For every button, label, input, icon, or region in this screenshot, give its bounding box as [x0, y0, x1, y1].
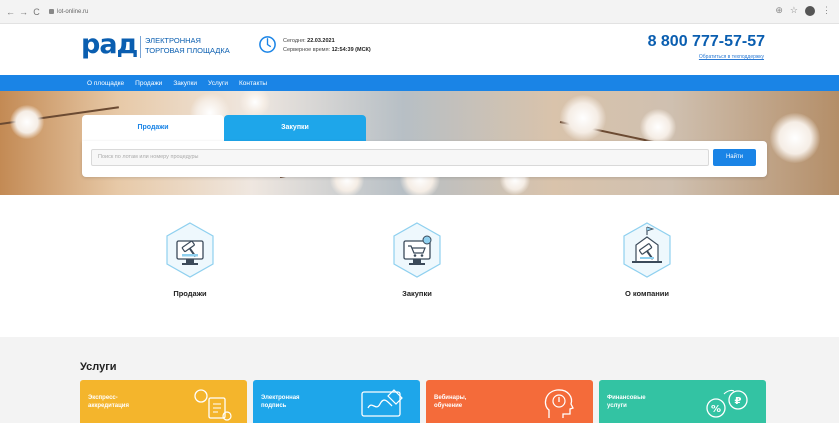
services-title: Услуги	[80, 361, 117, 373]
forward-button[interactable]: →	[17, 7, 30, 17]
search-panel: Поиск по лотам или номеру процедуры Найт…	[82, 141, 767, 177]
blossom-decoration	[640, 109, 676, 145]
tab-sales[interactable]: Продажи	[82, 115, 224, 141]
search-button[interactable]: Найти	[713, 149, 756, 166]
site-logo[interactable]: рад	[81, 29, 138, 60]
time-label: Серверное время:	[283, 47, 331, 53]
feature-purchases-label: Закупки	[402, 289, 432, 298]
nav-item-about[interactable]: О площадке	[87, 80, 124, 87]
back-button[interactable]: ←	[4, 7, 17, 17]
browser-toolbar: ← → C lot-online.ru ⊕ ☆ ⋮	[0, 0, 839, 24]
feature-purchases[interactable]: Закупки	[367, 221, 467, 298]
logo-divider	[140, 36, 141, 58]
bookmark-star-icon[interactable]: ☆	[790, 5, 798, 16]
site-header: рад ЭЛЕКТРОННАЯ ТОРГОВАЯ ПЛОЩАДКА Сегодн…	[0, 24, 839, 75]
head-lightbulb-icon	[544, 389, 574, 418]
signature-tablet-icon	[361, 389, 403, 417]
support-link[interactable]: Обратиться в техподдержку	[699, 54, 764, 60]
blossom-decoration	[560, 95, 606, 141]
blossom-decoration	[240, 91, 270, 117]
svg-text:₽: ₽	[735, 396, 742, 407]
nav-item-contacts[interactable]: Контакты	[239, 80, 267, 87]
date-label: Сегодня:	[283, 38, 306, 44]
logo-subtitle: ЭЛЕКТРОННАЯ ТОРГОВАЯ ПЛОЩАДКА	[145, 36, 230, 56]
feature-about-company-label: О компании	[624, 289, 670, 298]
service-express-accreditation[interactable]: Экспресс- аккредитация	[80, 380, 247, 423]
blossom-decoration	[770, 113, 820, 163]
feature-about-company[interactable]: О компании	[597, 221, 697, 298]
nav-item-services[interactable]: Услуги	[208, 80, 228, 87]
address-text: lot-online.ru	[57, 8, 89, 15]
service-electronic-signature[interactable]: Электронная подпись	[253, 380, 420, 423]
building-hammer-icon	[623, 222, 671, 278]
blossom-decoration	[10, 105, 44, 139]
feature-sales[interactable]: Продажи	[140, 221, 240, 298]
server-date-time: Сегодня: 22.03.2021 Серверное время: 12:…	[283, 37, 371, 55]
menu-icon[interactable]: ⋮	[822, 5, 831, 16]
auction-hammer-monitor-icon	[166, 222, 214, 278]
main-nav: О площадке Продажи Закупки Услуги Контак…	[0, 75, 839, 91]
logo-subtitle-line1: ЭЛЕКТРОННАЯ	[145, 36, 201, 45]
shopping-cart-monitor-icon	[393, 222, 441, 278]
nav-item-sales[interactable]: Продажи	[135, 80, 162, 87]
time-value: 12:54:39 (МСК)	[331, 47, 371, 53]
feature-sales-label: Продажи	[173, 289, 207, 298]
address-bar[interactable]: lot-online.ru	[49, 9, 88, 15]
nav-item-purchases[interactable]: Закупки	[173, 80, 197, 87]
clock-icon	[259, 36, 276, 53]
service-webinars-training[interactable]: Вебинары, обучение	[426, 380, 593, 423]
svg-text:%: %	[711, 404, 721, 415]
percent-ruble-coins-icon: % ₽	[706, 389, 748, 418]
search-input[interactable]: Поиск по лотам или номеру процедуры	[91, 149, 709, 166]
reload-button[interactable]: C	[30, 7, 43, 17]
zoom-icon[interactable]: ⊕	[775, 5, 783, 16]
service-financial[interactable]: Финансовые услуги % ₽	[599, 380, 766, 423]
logo-subtitle-line2: ТОРГОВАЯ ПЛОЩАДКА	[145, 46, 230, 55]
phone-number[interactable]: 8 800 777-57-57	[648, 33, 765, 51]
lock-icon	[49, 9, 54, 14]
services-section: Услуги Экспресс- аккредитация Электронна…	[0, 337, 839, 423]
date-value: 22.03.2021	[307, 38, 335, 44]
accreditation-document-icon	[194, 389, 232, 421]
tab-purchases[interactable]: Закупки	[224, 115, 366, 141]
profile-icon[interactable]	[805, 5, 815, 16]
